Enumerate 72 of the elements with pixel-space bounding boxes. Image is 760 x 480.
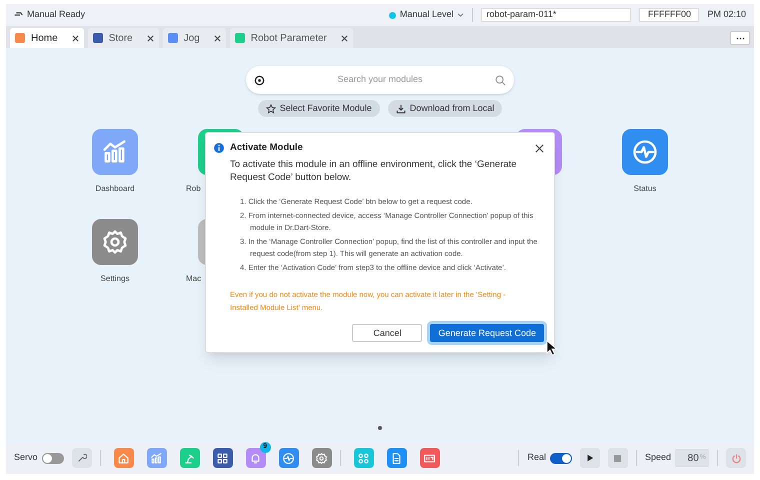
- close-icon[interactable]: [340, 34, 348, 42]
- grid-icon: [216, 452, 230, 464]
- stop-icon: [614, 454, 622, 462]
- page-indicator[interactable]: [378, 426, 382, 430]
- more-icon: [736, 36, 744, 40]
- settings-icon: [101, 228, 129, 256]
- module-label: Rob: [186, 183, 201, 195]
- favorite-button[interactable]: Select Favorite Module: [258, 100, 380, 117]
- tab[interactable]: Robot Parameter: [230, 28, 353, 48]
- apps-app-button[interactable]: [354, 448, 374, 468]
- cancel-button[interactable]: Cancel: [352, 324, 422, 342]
- document-icon: [390, 452, 404, 464]
- download-icon: [396, 104, 406, 114]
- dialog-intro: To activate this module in an offline environment, click the ‘Generate Request Code’ button below.: [230, 158, 518, 184]
- servo-toggle[interactable]: [42, 452, 64, 464]
- speed-label: Speed: [644, 451, 671, 464]
- real-label: Real: [527, 451, 546, 464]
- chart-app-button[interactable]: [146, 448, 167, 468]
- panel-icon: [423, 452, 436, 464]
- close-icon[interactable]: [146, 34, 154, 42]
- module-label: Mac: [186, 273, 202, 285]
- settings-app-button[interactable]: [312, 448, 332, 468]
- close-icon[interactable]: [214, 34, 221, 42]
- star-icon: [266, 104, 276, 114]
- caret-icon: [457, 13, 464, 17]
- robot-status: Manual Ready: [14, 8, 86, 22]
- pulse-icon: [282, 452, 296, 464]
- chart-icon: [150, 452, 164, 464]
- download-button[interactable]: Download from Local: [388, 100, 502, 117]
- program-field[interactable]: robot-param-011*: [481, 8, 632, 22]
- more-button[interactable]: [730, 31, 750, 45]
- panel-app-button[interactable]: [420, 448, 440, 468]
- search-input[interactable]: Search your modules: [273, 73, 487, 87]
- home-icon: [117, 452, 130, 464]
- close-icon[interactable]: [72, 34, 79, 42]
- tab[interactable]: Home: [10, 28, 84, 48]
- servo-label: Servo: [14, 451, 38, 464]
- module-label: Dashboard: [95, 183, 135, 195]
- module-tile[interactable]: [622, 129, 668, 175]
- info-icon: [214, 143, 224, 154]
- module-tile[interactable]: [92, 129, 138, 175]
- settings-icon: [315, 452, 328, 464]
- module-label: Settings: [100, 273, 130, 285]
- tab[interactable]: Jog: [162, 28, 226, 48]
- robot-arm-app-button[interactable]: [180, 448, 200, 468]
- wrench-button[interactable]: [72, 448, 92, 468]
- play-icon: [586, 454, 594, 462]
- home-app-button[interactable]: [114, 448, 134, 468]
- document-app-button[interactable]: [386, 448, 407, 468]
- generate-button[interactable]: Generate Request Code: [430, 324, 544, 342]
- module-label: Status: [634, 183, 656, 195]
- tab[interactable]: Store: [88, 28, 159, 48]
- mode-dropdown[interactable]: Manual Level: [388, 8, 474, 22]
- stop-button[interactable]: [608, 448, 628, 468]
- bell-icon: [249, 452, 262, 464]
- close-icon[interactable]: [535, 144, 544, 153]
- clock: PM 02:10: [707, 8, 746, 22]
- dialog-title: Activate Module: [230, 141, 304, 155]
- real-toggle[interactable]: [550, 452, 572, 464]
- code-field: FFFFFF00: [639, 8, 700, 22]
- search-icon[interactable]: [495, 74, 506, 86]
- pulse-icon: [631, 138, 659, 166]
- power-button[interactable]: [726, 448, 746, 468]
- power-icon: [730, 452, 742, 464]
- history-icon[interactable]: [254, 74, 265, 86]
- pulse-app-button[interactable]: [278, 448, 299, 468]
- grid-app-button[interactable]: [212, 448, 233, 468]
- module-tile[interactable]: [92, 219, 138, 265]
- search-field[interactable]: Search your modules: [246, 66, 514, 94]
- play-button[interactable]: [580, 448, 600, 468]
- apps-icon: [357, 452, 370, 464]
- bell-app-button[interactable]: [246, 448, 266, 468]
